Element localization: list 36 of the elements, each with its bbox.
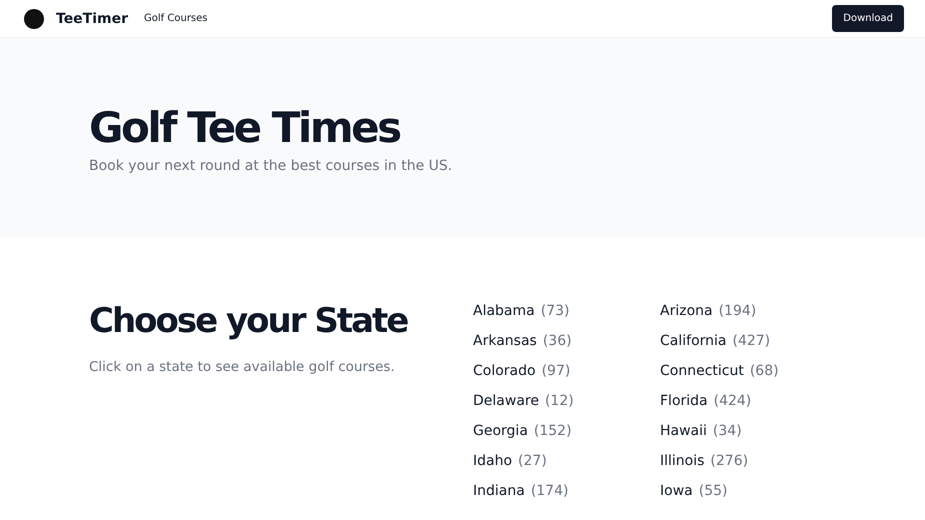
course-count: (68): [750, 362, 779, 381]
brand-name: TeeTimer: [56, 10, 128, 26]
course-count: (427): [732, 332, 770, 351]
state-link[interactable]: Hawaii: [660, 421, 707, 442]
state-link[interactable]: Indiana: [473, 481, 525, 502]
nav-link[interactable]: Golf Courses: [144, 13, 208, 24]
state-link[interactable]: Alabama: [473, 301, 535, 322]
course-count: (12): [544, 392, 574, 411]
section-description: Click on a state to see available golf courses.: [89, 359, 396, 375]
state-link[interactable]: Arizona: [660, 301, 713, 322]
course-count: (55): [698, 482, 728, 501]
state-link[interactable]: Illinois: [660, 451, 704, 472]
state-link[interactable]: Florida: [660, 391, 708, 412]
course-count: (152): [534, 422, 572, 441]
course-count: (34): [712, 422, 742, 441]
state-link[interactable]: Arkansas: [473, 331, 537, 352]
course-count: (36): [542, 332, 572, 351]
course-count: (73): [540, 302, 570, 321]
course-count: (424): [714, 392, 752, 411]
course-count: (27): [518, 452, 547, 471]
state-link[interactable]: California: [660, 331, 726, 352]
state-link[interactable]: Iowa: [660, 481, 693, 502]
course-count: (276): [710, 452, 748, 471]
download-button[interactable]: Download: [832, 5, 904, 32]
hero-title: Golf Tee Times: [89, 102, 402, 154]
state-link[interactable]: Connecticut: [660, 361, 744, 382]
state-link[interactable]: Georgia: [473, 421, 528, 442]
state-link[interactable]: Colorado: [473, 361, 536, 382]
state-link[interactable]: Idaho: [473, 451, 512, 472]
course-count: (194): [718, 302, 756, 321]
state-link[interactable]: Delaware: [473, 391, 539, 412]
course-count: (174): [530, 482, 568, 501]
hero-subtitle: Book your next round at the best courses in the US.: [89, 158, 454, 174]
course-count: (97): [542, 362, 570, 381]
section-title: Choose your State: [89, 300, 409, 343]
logo-icon: [24, 8, 44, 28]
